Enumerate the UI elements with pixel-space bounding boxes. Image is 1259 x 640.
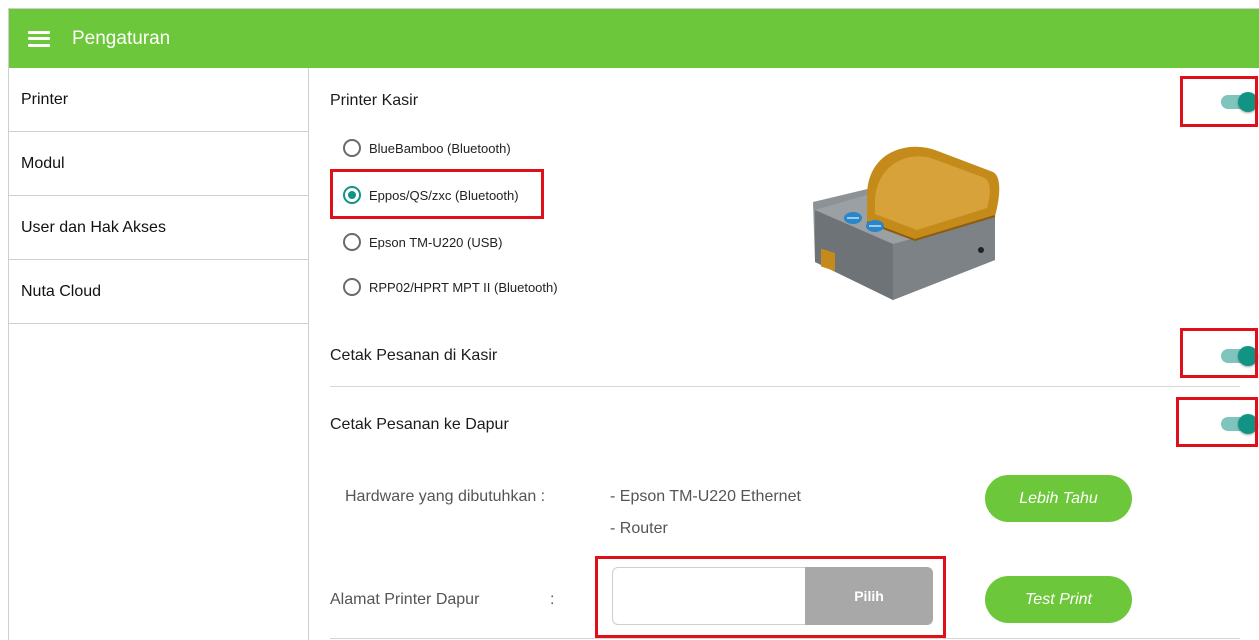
sidebar-item-printer[interactable]: Printer: [9, 68, 308, 132]
radio-button[interactable]: [343, 278, 361, 296]
address-colon: :: [550, 591, 555, 608]
printer-kasir-toggle[interactable]: [1221, 92, 1258, 112]
radio-label: Epson TM-U220 (USB): [369, 234, 503, 250]
sidebar: Printer Modul User dan Hak Akses Nuta Cl…: [9, 68, 309, 640]
learn-more-button[interactable]: Lebih Tahu: [985, 475, 1132, 522]
radio-label: BlueBamboo (Bluetooth): [369, 140, 511, 156]
cetak-dapur-toggle[interactable]: [1221, 414, 1258, 434]
radio-button-selected[interactable]: [343, 186, 361, 204]
app-window: Pengaturan Printer Modul User dan Hak Ak…: [8, 8, 1259, 640]
cetak-kasir-toggle[interactable]: [1221, 346, 1258, 366]
hardware-item: - Epson TM-U220 Ethernet: [610, 488, 801, 505]
printer-kasir-title: Printer Kasir: [330, 92, 419, 109]
cetak-dapur-title: Cetak Pesanan ke Dapur: [330, 416, 509, 433]
page-title: Pengaturan: [72, 27, 171, 49]
divider: [330, 386, 1240, 387]
radio-option-epson-usb[interactable]: Epson TM-U220 (USB): [343, 231, 502, 253]
cetak-kasir-title: Cetak Pesanan di Kasir: [330, 347, 498, 364]
printer-address-input[interactable]: [612, 567, 805, 625]
radio-option-bluebamboo[interactable]: BlueBamboo (Bluetooth): [343, 137, 511, 159]
sidebar-item-modul[interactable]: Modul: [9, 132, 308, 196]
radio-option-rpp02[interactable]: RPP02/HPRT MPT II (Bluetooth): [343, 276, 558, 298]
radio-option-eppos[interactable]: Eppos/QS/zxc (Bluetooth): [343, 184, 519, 206]
radio-button[interactable]: [343, 233, 361, 251]
radio-label: RPP02/HPRT MPT II (Bluetooth): [369, 279, 558, 295]
address-label: Alamat Printer Dapur: [330, 591, 480, 608]
divider: [330, 638, 1240, 639]
thermal-printer-image: [813, 146, 1000, 300]
radio-label: Eppos/QS/zxc (Bluetooth): [369, 187, 519, 203]
app-bar: Pengaturan: [9, 9, 1259, 68]
hamburger-menu-icon[interactable]: [28, 30, 50, 47]
radio-button[interactable]: [343, 139, 361, 157]
sidebar-item-nuta-cloud[interactable]: Nuta Cloud: [9, 260, 308, 324]
hardware-label: Hardware yang dibutuhkan :: [345, 488, 546, 505]
settings-panel: Printer Kasir BlueBamboo (Bluetooth) Epp…: [310, 68, 1259, 640]
test-print-button[interactable]: Test Print: [985, 576, 1132, 623]
pick-button[interactable]: Pilih: [805, 567, 933, 625]
sidebar-item-user-dan-hak-akses[interactable]: User dan Hak Akses: [9, 196, 308, 260]
hardware-item: - Router: [610, 520, 668, 537]
